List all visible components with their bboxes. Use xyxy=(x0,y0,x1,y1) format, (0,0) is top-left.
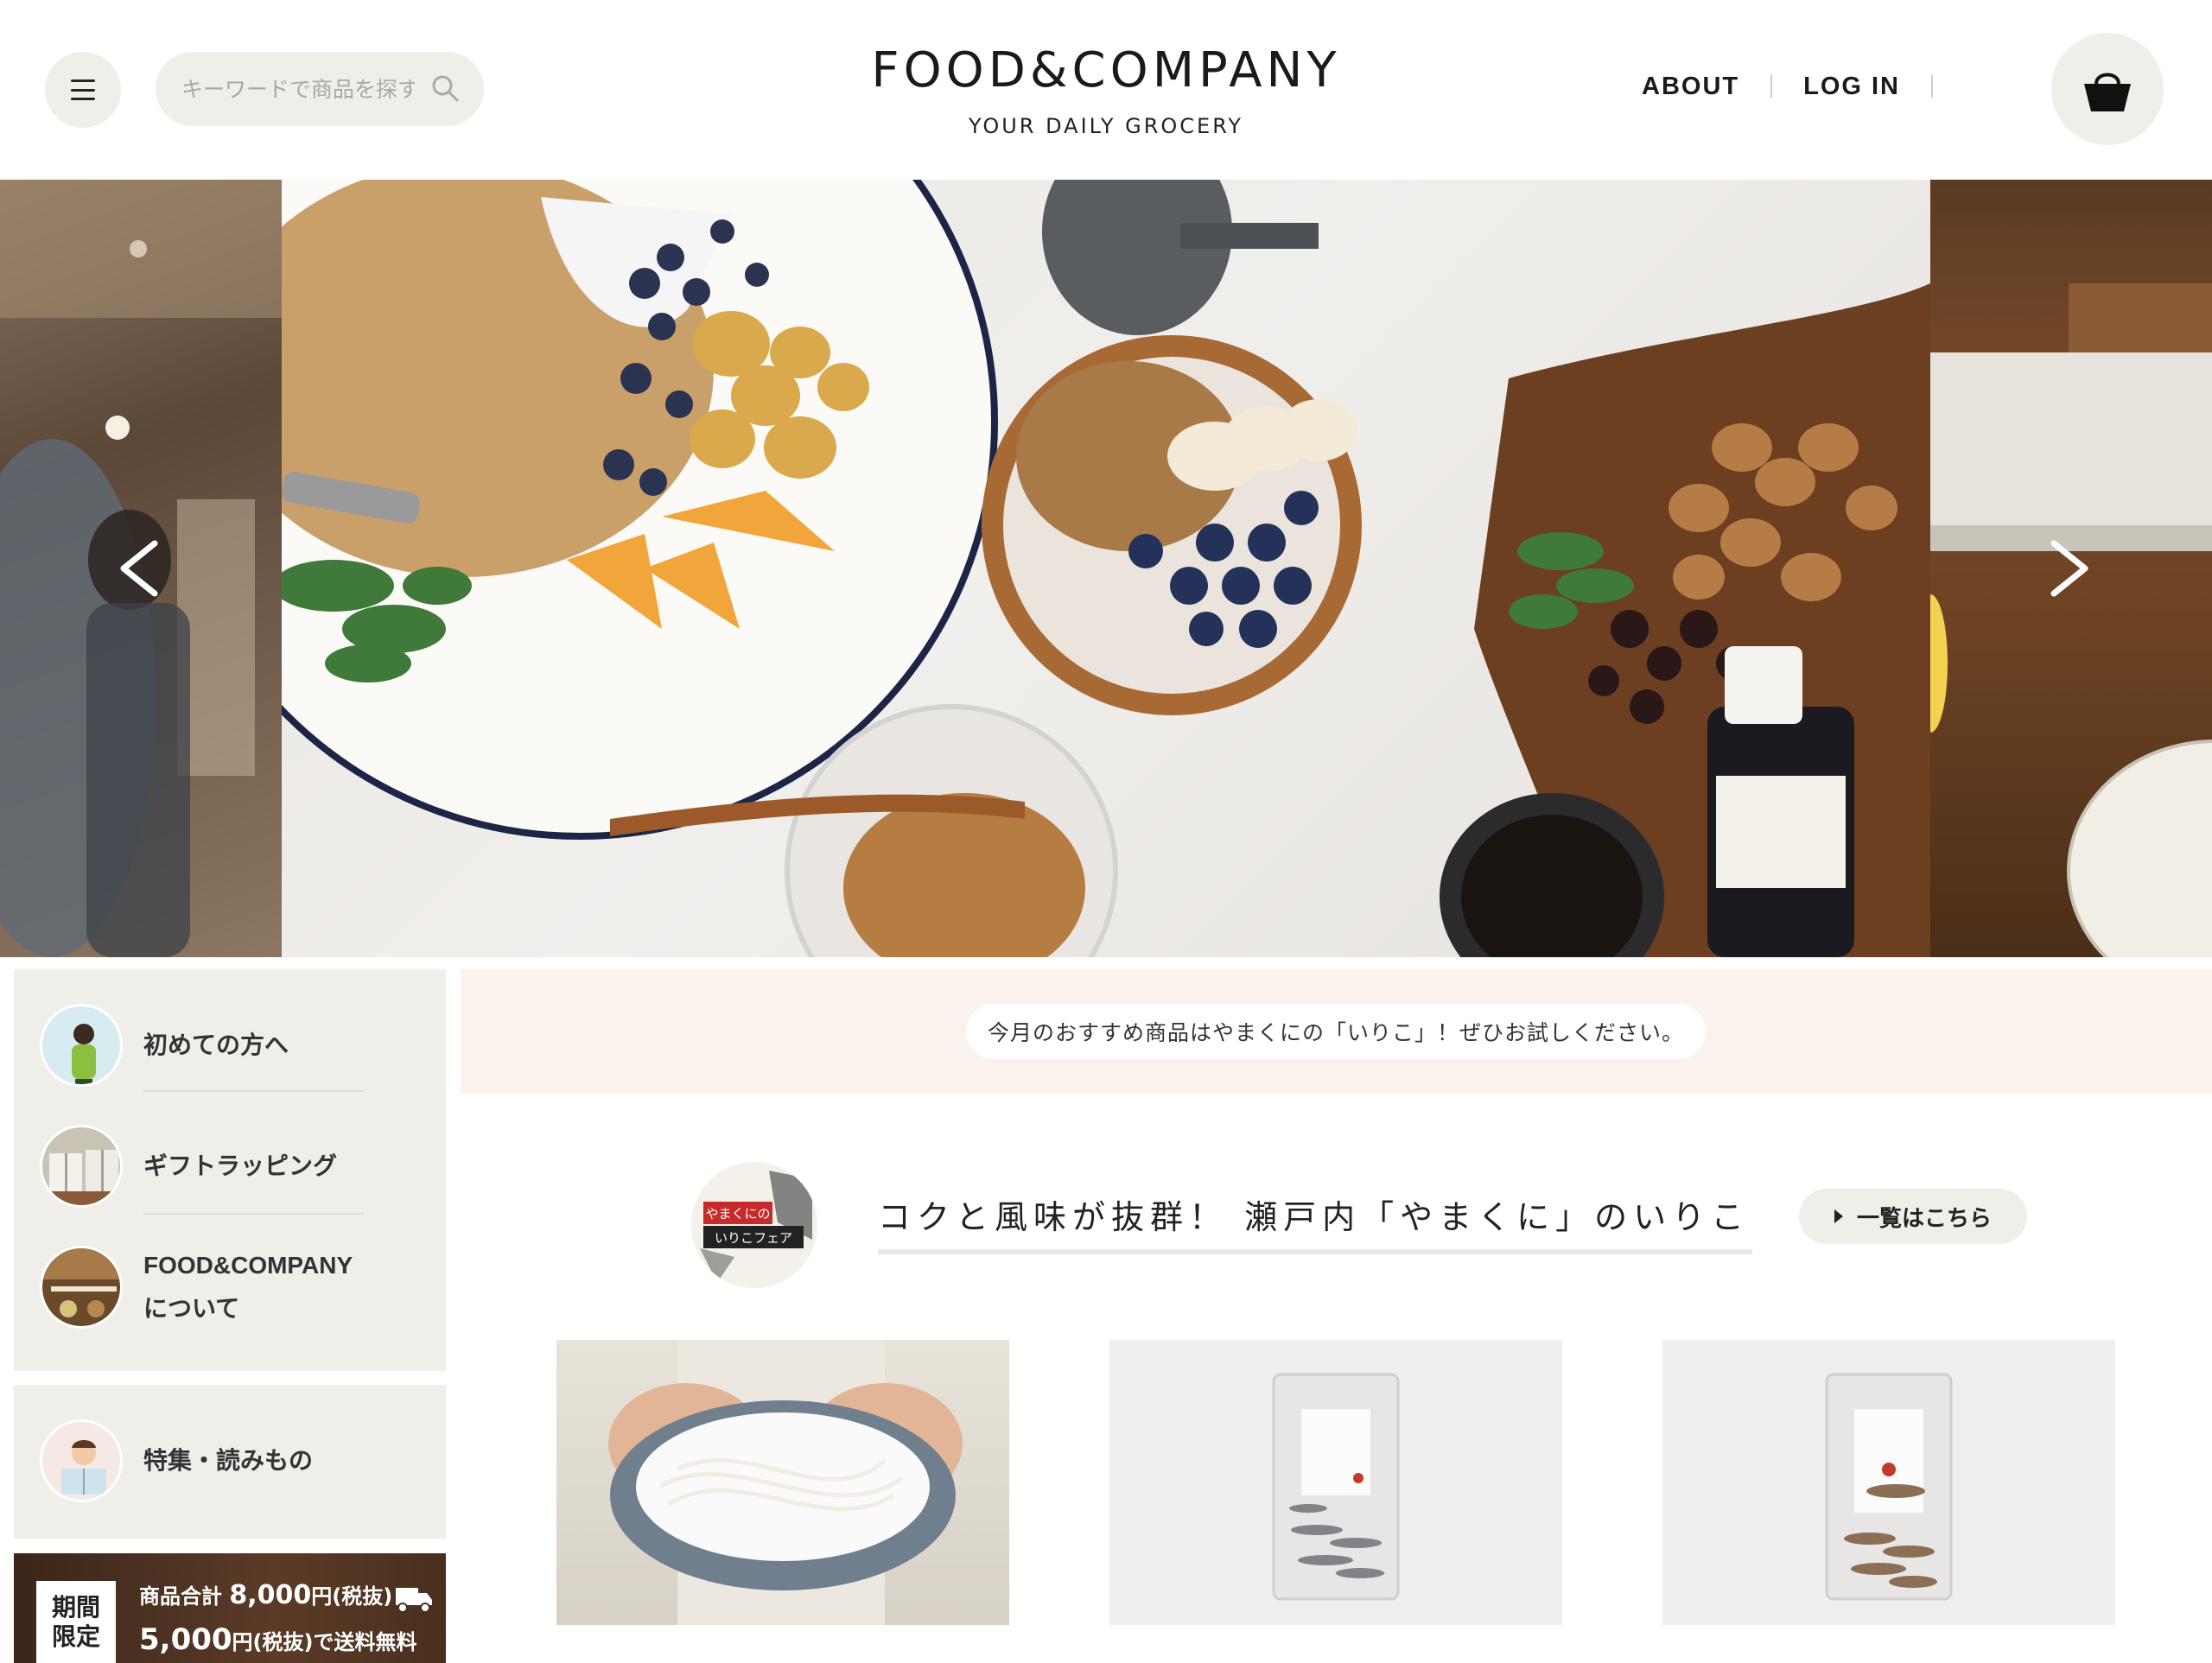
search-icon[interactable] xyxy=(430,73,460,103)
logo-tagline: YOUR DAILY GROCERY xyxy=(968,114,1244,138)
sidebar-item-label: ギフトラッピング xyxy=(143,1152,338,1179)
hero-carousel xyxy=(0,180,2212,957)
product-card-udon[interactable] xyxy=(556,1340,1009,1625)
carousel-prev-arrow[interactable] xyxy=(104,534,173,603)
announcement-message[interactable]: 今月のおすすめ商品はやまくにの「いりこ」！ぜひお試しください。 xyxy=(966,1004,1706,1059)
play-triangle-icon xyxy=(1834,1209,1843,1223)
header-nav: ABOUT LOG IN xyxy=(1642,69,1964,104)
sidebar-item-about-company[interactable]: FOOD&COMPANY について xyxy=(40,1244,368,1330)
search-input[interactable] xyxy=(181,76,415,102)
site-header: FOOD&COMPANY YOUR DAILY GROCERY ABOUT LO… xyxy=(0,0,2212,180)
sidebar-features-box: 特集・読みもの xyxy=(14,1385,446,1539)
nav-divider xyxy=(1931,75,1933,98)
store-photo-thumb xyxy=(40,1246,123,1329)
search-box[interactable] xyxy=(156,52,484,126)
sidebar-item-label: 特集・読みもの xyxy=(143,1447,314,1474)
reading-illustration-thumb xyxy=(40,1419,123,1502)
svg-text:いりこフェア: いりこフェア xyxy=(715,1230,792,1246)
free-shipping-banner[interactable]: 期間 限定 商品合計 8,000円(税抜) 5,000円(税抜)で送料無料 xyxy=(14,1553,446,1663)
carousel-next-arrow[interactable] xyxy=(2036,534,2105,603)
sidebar-menu: 初めての方へ ギフトラッピング FOOD&COMPANY について xyxy=(14,969,446,1371)
gift-wrapping-thumb xyxy=(40,1125,123,1208)
product-card-iriko-bag-2[interactable] xyxy=(1662,1340,2115,1625)
svg-text:やまくにの: やまくにの xyxy=(705,1206,770,1222)
sidebar-divider xyxy=(143,1213,364,1215)
chevron-left-icon xyxy=(120,540,158,597)
nav-about-link[interactable]: ABOUT xyxy=(1642,73,1739,101)
site-logo[interactable]: FOOD&COMPANY YOUR DAILY GROCERY xyxy=(830,42,1382,139)
view-all-button[interactable]: 一覧はこちら xyxy=(1799,1189,2027,1244)
limited-time-badge: 期間 限定 xyxy=(36,1581,116,1663)
sidebar-item-beginners[interactable]: 初めての方へ xyxy=(40,1004,368,1087)
sidebar-item-label: 初めての方へ xyxy=(143,1031,289,1058)
sidebar-item-label: FOOD&COMPANY について xyxy=(143,1252,353,1322)
menu-button[interactable] xyxy=(45,52,121,128)
cart-button[interactable] xyxy=(2051,33,2164,145)
current-slide-image[interactable] xyxy=(282,180,1930,957)
feature-title-underline xyxy=(878,1249,1752,1254)
nav-divider xyxy=(1770,75,1773,98)
promo-line-2: 5,000円(税抜)で送料無料 xyxy=(139,1622,417,1657)
feature-title: コクと風味が抜群！ 瀬戸内「やまくに」のいりこ xyxy=(878,1198,1751,1236)
sidebar-item-features[interactable]: 特集・読みもの xyxy=(40,1419,368,1502)
sidebar-divider xyxy=(143,1090,364,1092)
shopping-basket-icon xyxy=(2084,73,2131,111)
nav-login-link[interactable]: LOG IN xyxy=(1803,73,1900,101)
iriko-fair-thumb[interactable]: やまくにの いりこフェア xyxy=(691,1162,817,1288)
chevron-right-icon xyxy=(2050,540,2088,597)
sidebar-item-gift-wrapping[interactable]: ギフトラッピング xyxy=(40,1125,368,1208)
promo-line-1: 商品合計 8,000円(税抜) xyxy=(139,1580,393,1610)
delivery-truck-icon xyxy=(396,1588,432,1613)
logo-wordmark: FOOD&COMPANY xyxy=(871,42,1341,98)
hamburger-icon xyxy=(71,79,95,100)
product-card-iriko-bag-1[interactable] xyxy=(1109,1340,1562,1625)
beginner-illustration-thumb xyxy=(40,1004,123,1087)
